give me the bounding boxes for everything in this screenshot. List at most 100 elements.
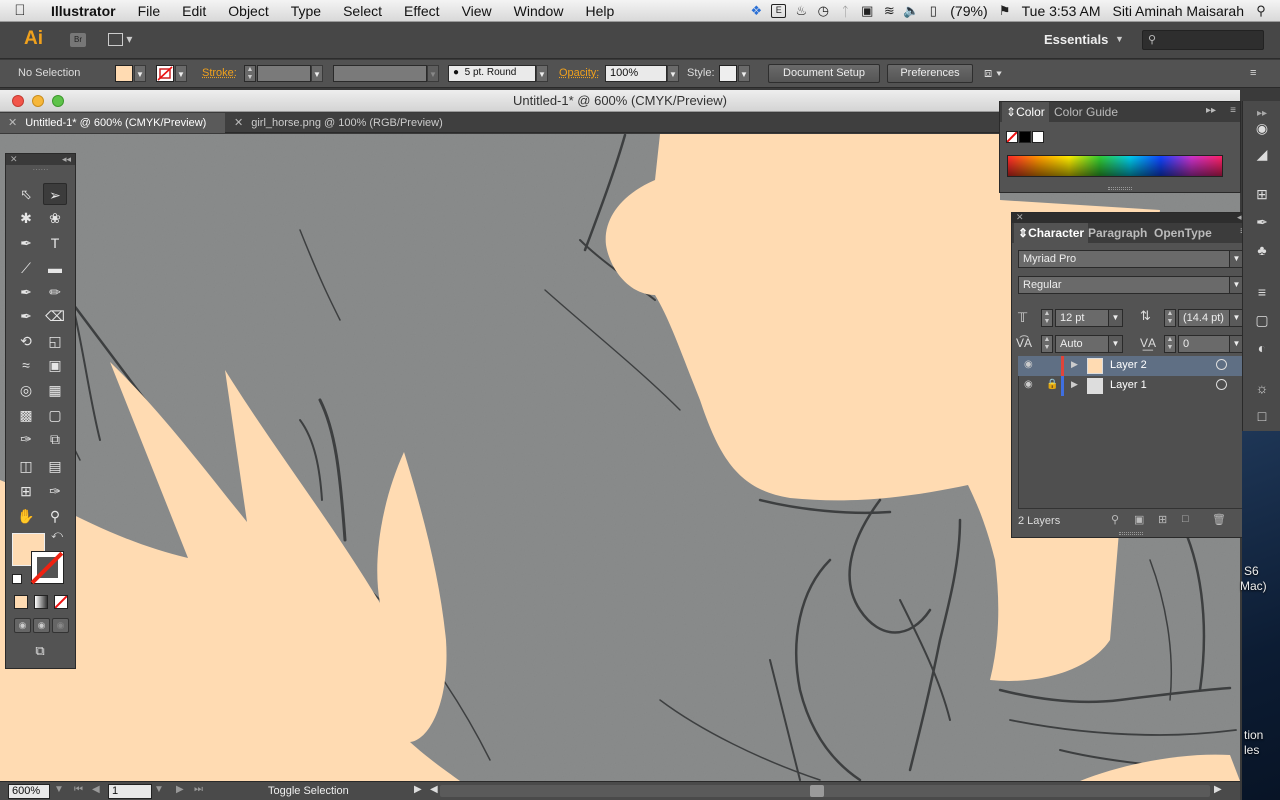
blend-tool-icon[interactable]: ⧉ — [43, 428, 67, 450]
tab-untitled[interactable]: ✕ Untitled-1* @ 600% (CMYK/Preview) — [0, 113, 225, 133]
layer-name[interactable]: Layer 1 — [1110, 379, 1147, 391]
evernote-icon[interactable]: E — [771, 4, 787, 18]
next-artboard-icon[interactable]: ▶ — [176, 784, 184, 795]
zoom-dropdown[interactable]: ▼ — [54, 784, 64, 795]
width-tool-icon[interactable]: ≈ — [14, 354, 38, 376]
menu-type[interactable]: Type — [280, 3, 332, 19]
fill-dropdown[interactable]: ▼ — [134, 65, 146, 82]
zoom-tool-icon[interactable]: ⚲ — [43, 505, 67, 527]
draw-normal-icon[interactable]: ◉ — [14, 618, 31, 633]
tab-opentype[interactable]: OpenType — [1150, 223, 1216, 243]
wifi-icon[interactable]: ≋ — [878, 3, 900, 19]
document-setup-button[interactable]: Document Setup — [768, 64, 880, 83]
locate-object-icon[interactable]: ⚲ — [1111, 513, 1119, 526]
spotlight-icon[interactable]: ⚲ — [1250, 3, 1272, 19]
menu-help[interactable]: Help — [574, 3, 625, 19]
layer-row[interactable]: ◉ 🔒 ▶ Layer 1 — [1018, 376, 1246, 396]
panel-menu-icon[interactable]: ≡ — [1250, 67, 1256, 79]
chevron-down-icon[interactable]: ▼ — [1115, 34, 1124, 44]
column-graph-tool-icon[interactable]: ▤ — [43, 455, 67, 477]
dropbox-icon[interactable]: ❖ — [745, 3, 767, 19]
visibility-eye-icon[interactable]: ◉ — [1024, 379, 1033, 390]
zoom-window-button[interactable] — [52, 95, 64, 107]
close-panel-icon[interactable]: ✕ — [10, 154, 18, 165]
symbol-sprayer-tool-icon[interactable]: ◫ — [14, 455, 38, 477]
artboard-tool-icon[interactable]: ⊞ — [14, 480, 38, 502]
stroke-none-swatch[interactable] — [156, 65, 174, 82]
previous-artboard-icon[interactable]: ◀ — [92, 784, 100, 795]
horizontal-scrollbar[interactable] — [440, 785, 1210, 797]
font-size-field[interactable]: 12 pt ▼ — [1055, 309, 1123, 327]
graphic-style-swatch[interactable] — [719, 65, 737, 82]
stroke-label[interactable]: Stroke: — [202, 67, 237, 79]
kerning-stepper[interactable]: ▲ ▼ — [1041, 335, 1053, 353]
scale-tool-icon[interactable]: ◱ — [43, 330, 67, 352]
stroke-weight-dock-icon[interactable]: ≡ — [1253, 283, 1271, 301]
tools-panel-header[interactable]: ✕ ◂◂ — [6, 154, 75, 165]
clipping-mask-icon[interactable]: ▣ — [1134, 513, 1144, 526]
layer-target-icon[interactable] — [1216, 359, 1227, 370]
menu-window[interactable]: Window — [503, 3, 575, 19]
screen-mode-icon[interactable]: ⧉ — [28, 640, 52, 662]
opacity-label[interactable]: Opacity: — [559, 67, 599, 79]
preferences-button[interactable]: Preferences — [887, 64, 973, 83]
blob-brush-tool-icon[interactable]: ✒ — [14, 305, 38, 327]
hand-tool-icon[interactable]: ✋ — [14, 505, 38, 527]
bridge-button[interactable]: Br — [70, 33, 86, 47]
eraser-tool-icon[interactable]: ⌫ — [43, 305, 67, 327]
volume-icon[interactable]: 🔈 — [900, 3, 922, 19]
battery-percent[interactable]: (79%) — [944, 3, 993, 19]
flag-icon[interactable]: ⚑ — [994, 3, 1016, 19]
none-swatch[interactable] — [1006, 131, 1018, 143]
tracking-field[interactable]: 0 ▼ — [1178, 335, 1244, 353]
close-window-button[interactable] — [12, 95, 24, 107]
swap-fill-stroke-icon[interactable]: ⤺ — [49, 527, 65, 543]
menu-object[interactable]: Object — [217, 3, 279, 19]
magic-wand-tool-icon[interactable]: ✱ — [14, 207, 38, 229]
leading-stepper[interactable]: ▲ ▼ — [1164, 309, 1176, 327]
stroke-swatch[interactable] — [31, 551, 64, 584]
menu-file[interactable]: File — [127, 3, 172, 19]
appearance-dock-icon[interactable]: ☼ — [1253, 379, 1271, 397]
type-tool-icon[interactable]: T — [43, 232, 67, 254]
timemachine-icon[interactable]: ◷ — [812, 3, 834, 19]
eyedropper-tool-icon[interactable]: ✑ — [14, 428, 38, 450]
workspace-switcher[interactable]: Essentials — [1044, 32, 1108, 47]
variable-width-profile[interactable] — [333, 65, 427, 82]
gradient-mode-icon[interactable] — [34, 595, 48, 609]
brush-definition[interactable]: ● 5 pt. Round — [448, 65, 536, 82]
delete-layer-icon[interactable]: 🗑 — [1212, 513, 1226, 526]
kerning-field[interactable]: Auto ▼ — [1055, 335, 1123, 353]
opacity-dropdown[interactable]: ▼ — [667, 65, 679, 82]
brush-dropdown[interactable]: ▼ — [536, 65, 548, 82]
tab-character[interactable]: ⇕Character — [1014, 223, 1089, 243]
panel-menu-icon[interactable]: ≡ — [1230, 105, 1236, 116]
stroke-weight-field[interactable] — [257, 65, 311, 82]
collapse-panel-icon[interactable]: ◂◂ — [62, 154, 71, 165]
lock-icon[interactable]: 🔒 — [1046, 379, 1058, 390]
white-swatch[interactable] — [1032, 131, 1044, 143]
status-menu-arrow[interactable]: ▶ — [414, 784, 422, 795]
tracking-stepper[interactable]: ▲ ▼ — [1164, 335, 1176, 353]
expand-triangle-icon[interactable]: ▶ — [1071, 359, 1078, 370]
stroke-dock-icon[interactable]: ◢ — [1253, 145, 1271, 163]
draw-behind-icon[interactable]: ◉ — [33, 618, 50, 633]
transparency-dock-icon[interactable]: ◐ — [1253, 339, 1271, 357]
panel-resize-grip[interactable] — [1108, 187, 1132, 190]
rectangle-tool-icon[interactable]: ▬ — [43, 257, 67, 279]
menu-select[interactable]: Select — [332, 3, 393, 19]
display-icon[interactable]: ▣ — [856, 3, 878, 19]
style-dropdown[interactable]: ▼ — [738, 65, 750, 82]
menu-edit[interactable]: Edit — [171, 3, 217, 19]
apple-icon[interactable]:  — [0, 2, 40, 19]
help-search-input[interactable]: ⚲ — [1142, 30, 1264, 50]
tab-color[interactable]: ⇕Color — [1002, 102, 1049, 122]
slice-tool-icon[interactable]: ✑ — [43, 480, 67, 502]
new-sublayer-icon[interactable]: ⊞ — [1158, 513, 1167, 526]
expand-panel-icon[interactable]: ▸▸ — [1206, 105, 1216, 116]
gradient-tool-icon[interactable]: ▢ — [43, 404, 67, 426]
minimize-window-button[interactable] — [32, 95, 44, 107]
new-layer-icon[interactable]: □ — [1182, 513, 1189, 525]
font-family-dropdown[interactable]: Myriad Pro ▼ — [1018, 250, 1244, 268]
color-spectrum[interactable] — [1007, 155, 1223, 177]
